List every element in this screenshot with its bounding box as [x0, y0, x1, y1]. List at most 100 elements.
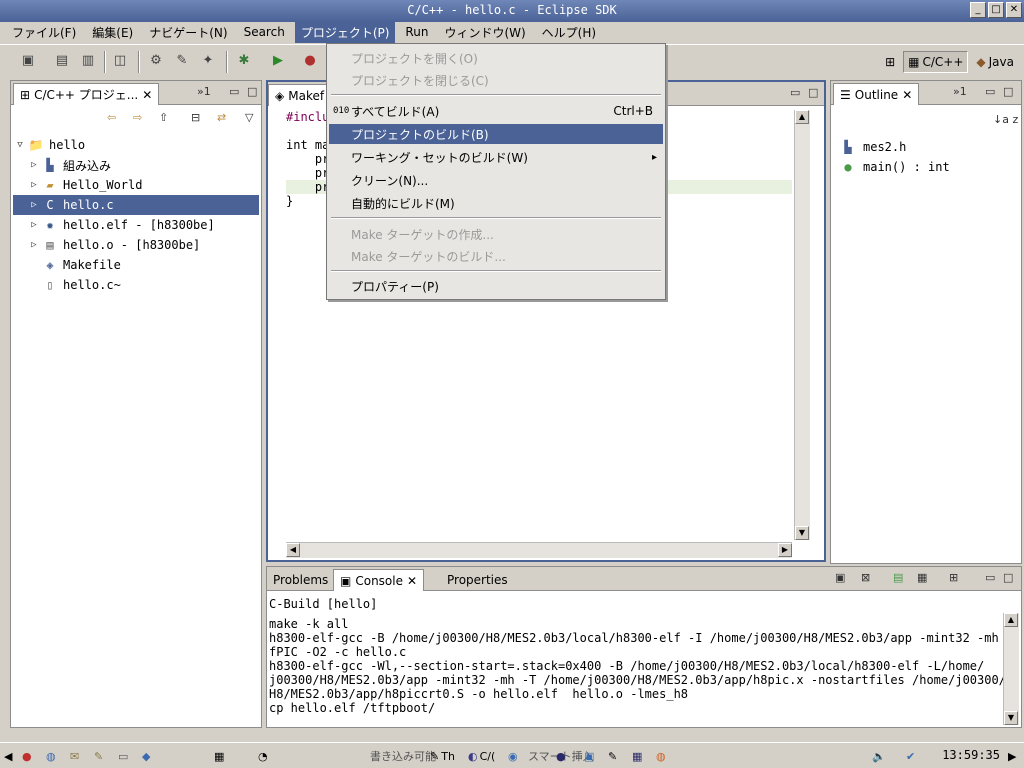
browser-launcher-icon[interactable]: ◍	[46, 746, 56, 766]
back-icon[interactable]: ⇦	[107, 111, 116, 124]
menu-navigate[interactable]: ナビゲート(N)	[143, 22, 233, 43]
firefox-icon[interactable]: ◍	[656, 746, 666, 766]
scroll-down-button[interactable]: ▼	[795, 526, 809, 540]
maximize-view-button[interactable]: □	[247, 85, 257, 98]
open-element-icon[interactable]: ✎	[174, 53, 190, 69]
task-button-eclipse[interactable]: ◐ C/(	[468, 746, 495, 766]
tab-console[interactable]: ▣ Console ✕	[333, 569, 425, 591]
notes-icon[interactable]: ✎	[608, 746, 617, 766]
menu-run[interactable]: Run	[399, 23, 434, 41]
scroll-left-button[interactable]: ◀	[286, 543, 300, 557]
workspace-switcher-icon[interactable]: ▦	[214, 746, 224, 766]
menu-help[interactable]: ヘルプ(H)	[536, 22, 602, 43]
scroll-up-button[interactable]: ▲	[1004, 613, 1018, 627]
menu-window[interactable]: ウィンドウ(W)	[438, 22, 531, 43]
forward-icon[interactable]: ⇨	[133, 111, 142, 124]
menu-project[interactable]: プロジェクト(P)	[294, 21, 396, 43]
maximize-view-button[interactable]: □	[808, 86, 818, 99]
volume-icon[interactable]: 🔈	[872, 746, 886, 766]
menu-file[interactable]: ファイル(F)	[6, 22, 82, 43]
collapse-all-icon[interactable]: ⊟	[191, 111, 200, 124]
expand-twisty[interactable]: ▷	[27, 160, 41, 170]
maximize-button[interactable]: □	[988, 2, 1004, 18]
task-button-th[interactable]: ✎ Th	[430, 746, 455, 766]
media-icon[interactable]: ●	[556, 746, 566, 766]
menu-item-build-project[interactable]: プロジェクトのビルド(B)	[329, 124, 663, 144]
sort-icon[interactable]: ↓a z	[993, 113, 1018, 126]
tree-item-hello-elf[interactable]: ▷ ✹ hello.elf - [h8300be]	[13, 215, 259, 235]
update-check-icon[interactable]: ✔	[906, 746, 915, 766]
tree-item-hello-c-backup[interactable]: ▯ hello.c~	[13, 275, 259, 295]
tree-item-makefile[interactable]: ◈ Makefile	[13, 255, 259, 275]
open-type-icon[interactable]: ⚙	[148, 53, 164, 69]
minimize-view-button[interactable]: ▭	[985, 571, 995, 584]
editor-launcher-icon[interactable]: ✎	[94, 746, 103, 766]
outline-item-include[interactable]: ▙ mes2.h	[831, 137, 1021, 157]
console-output[interactable]: make -k all h8300-elf-gcc -B /home/j0030…	[269, 617, 1013, 725]
network-icon[interactable]: ◉	[508, 746, 518, 766]
search-icon[interactable]: ✦	[200, 53, 216, 69]
expand-twisty[interactable]: ▷	[27, 220, 41, 230]
view-overflow[interactable]: »1	[953, 85, 967, 98]
taskbar-scroll-left-icon[interactable]: ◀	[4, 746, 12, 766]
debug-icon[interactable]: ✱	[236, 53, 252, 69]
redhat-menu-icon[interactable]: ●	[22, 746, 32, 766]
link-editor-icon[interactable]: ⇄	[217, 111, 226, 124]
menu-item-build-automatically[interactable]: 自動的にビルド(M)	[329, 193, 663, 213]
tree-item-hello-world[interactable]: ▷ ▰ Hello_World	[13, 175, 259, 195]
taskbar-scroll-right-icon[interactable]: ▶	[1008, 746, 1016, 766]
outline-item-function[interactable]: ● main() : int	[831, 157, 1021, 177]
new-icon[interactable]: ▣	[20, 53, 36, 69]
tree-item-includes[interactable]: ▷ ▙ 組み込み	[13, 155, 259, 175]
expand-twisty[interactable]: ▷	[27, 180, 41, 190]
tree-item-hello-o[interactable]: ▷ ▤ hello.o - [h8300be]	[13, 235, 259, 255]
scroll-right-button[interactable]: ▶	[778, 543, 792, 557]
view-menu-icon[interactable]: ▽	[245, 111, 253, 124]
maximize-view-button[interactable]: □	[1003, 571, 1013, 584]
grid-app-icon[interactable]: ▦	[632, 746, 642, 766]
minimize-view-button[interactable]: ▭	[229, 85, 239, 98]
external-tools-icon[interactable]: ●	[302, 53, 318, 69]
display-icon[interactable]: ▣	[584, 746, 594, 766]
menu-search[interactable]: Search	[238, 23, 291, 41]
menu-item-open-project[interactable]: プロジェクトを開く(O)	[329, 48, 663, 68]
close-icon[interactable]: ✕	[902, 88, 912, 102]
expand-twisty[interactable]: ▷	[27, 240, 41, 250]
tab-makefile[interactable]: ◈ Makef	[268, 84, 332, 106]
open-console-icon[interactable]: ⊞	[949, 571, 958, 584]
menu-item-build-make-target[interactable]: Make ターゲットのビルド...	[329, 246, 663, 266]
build-icon[interactable]: ◫	[112, 53, 128, 69]
editor-vertical-scrollbar[interactable]: ▲ ▼	[794, 110, 810, 540]
system-monitor-icon[interactable]: ◔	[258, 746, 268, 766]
view-overflow[interactable]: »1	[197, 85, 211, 98]
menu-item-build-working-set[interactable]: ワーキング・セットのビルド(W) ▸	[329, 147, 663, 167]
lock-icon[interactable]: ▣	[835, 571, 845, 584]
close-button[interactable]: ✕	[1006, 2, 1022, 18]
menu-item-clean[interactable]: クリーン(N)...	[329, 170, 663, 190]
menu-item-create-make-target[interactable]: Make ターゲットの作成...	[329, 224, 663, 244]
open-perspective-button[interactable]: ⊞	[881, 52, 899, 72]
display-console-icon[interactable]: ▦	[917, 571, 927, 584]
console-vertical-scrollbar[interactable]: ▲ ▼	[1003, 613, 1019, 725]
menu-edit[interactable]: 編集(E)	[86, 22, 139, 43]
mail-launcher-icon[interactable]: ✉	[70, 746, 79, 766]
run-icon[interactable]: ▶	[270, 53, 286, 69]
minimize-view-button[interactable]: ▭	[790, 86, 800, 99]
office-launcher-icon[interactable]: ◆	[142, 746, 150, 766]
tree-item-hello[interactable]: ▽ 📁 hello	[13, 135, 259, 155]
tab-properties[interactable]: Properties	[441, 569, 514, 591]
perspective-java[interactable]: ◆ Java	[972, 52, 1018, 72]
menu-item-properties[interactable]: プロパティー(P)	[329, 276, 663, 296]
terminal-launcher-icon[interactable]: ▭	[118, 746, 128, 766]
print-icon[interactable]: ▥	[80, 53, 96, 69]
editor-horizontal-scrollbar[interactable]: ◀ ▶	[286, 542, 792, 558]
window-title-bar[interactable]: C/C++ - hello.c - Eclipse SDK _ □ ✕	[0, 0, 1024, 22]
tree-item-hello-c[interactable]: ▷ C hello.c	[13, 195, 259, 215]
up-icon[interactable]: ⇧	[159, 111, 168, 124]
menu-item-close-project[interactable]: プロジェクトを閉じる(C)	[329, 70, 663, 90]
perspective-cpp[interactable]: ▦ C/C++	[903, 51, 969, 73]
tab-problems[interactable]: Problems	[267, 569, 334, 591]
save-icon[interactable]: ▤	[54, 53, 70, 69]
scroll-down-button[interactable]: ▼	[1004, 711, 1018, 725]
scroll-up-button[interactable]: ▲	[795, 110, 809, 124]
